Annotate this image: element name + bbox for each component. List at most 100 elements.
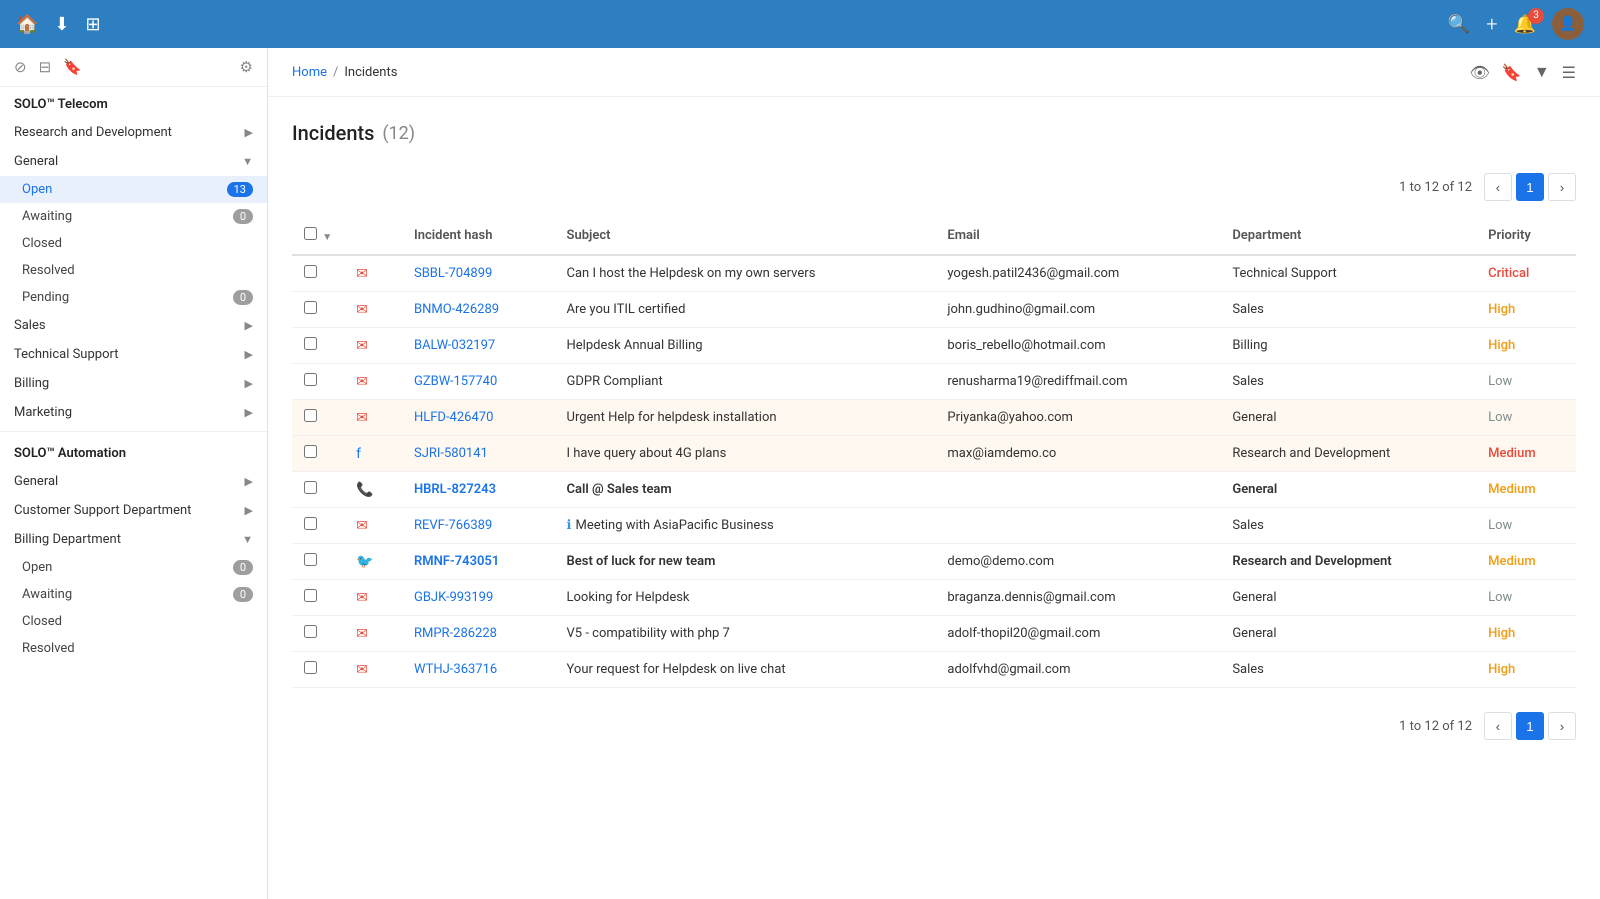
email-icon: ✉ (356, 374, 368, 390)
sidebar-item-closed[interactable]: Closed (0, 230, 267, 257)
chevron-down-icon: ▶ (245, 504, 253, 517)
row-checkbox[interactable] (304, 589, 317, 602)
search-icon[interactable]: 🔍 (1448, 14, 1470, 35)
row-checkbox[interactable] (304, 625, 317, 638)
department-text: Research and Development (1232, 554, 1391, 569)
row-checkbox[interactable] (304, 373, 317, 386)
row-hash[interactable]: BNMO-426289 (402, 292, 555, 328)
sidebar-item-billing-dept[interactable]: Billing Department ▼ (0, 525, 267, 554)
sidebar-item-awaiting[interactable]: Awaiting 0 (0, 203, 267, 230)
row-checkbox[interactable] (304, 337, 317, 350)
more-icon[interactable]: ☰ (1562, 63, 1576, 82)
sidebar-item-billing-open[interactable]: Open 0 (0, 554, 267, 581)
sidebar-item-resolved[interactable]: Resolved (0, 257, 267, 284)
next-page-button-bottom[interactable]: › (1548, 712, 1576, 740)
eye-icon[interactable]: 👁 (1470, 63, 1490, 82)
row-checkbox[interactable] (304, 481, 317, 494)
sidebar-item-research-dev[interactable]: Research and Development ▶ (0, 118, 267, 147)
sidebar-item-technical-support[interactable]: Technical Support ▶ (0, 340, 267, 369)
row-checkbox-cell (292, 616, 344, 652)
sidebar-group-label: General (14, 474, 58, 489)
sidebar-item-general[interactable]: General ▼ (0, 147, 267, 176)
sidebar-item-label: Open (22, 182, 52, 197)
row-hash[interactable]: SJRI-580141 (402, 436, 555, 472)
row-email (935, 508, 1220, 544)
row-checkbox[interactable] (304, 301, 317, 314)
header-email[interactable]: Email (935, 217, 1220, 255)
row-hash[interactable]: RMPR-286228 (402, 616, 555, 652)
sidebar-item-general2[interactable]: General ▶ (0, 467, 267, 496)
sidebar-item-billing-awaiting[interactable]: Awaiting 0 (0, 581, 267, 608)
sidebar: ⊘ ⊟ 🔖 ⚙ SOLO™ Telecom Research and Devel… (0, 48, 268, 899)
row-hash[interactable]: RMNF-743051 (402, 544, 555, 580)
row-hash[interactable]: WTHJ-363716 (402, 652, 555, 688)
subject-text: Can I host the Helpdesk on my own server… (567, 266, 816, 281)
grid-icon[interactable]: ⊞ (86, 14, 101, 35)
chevron-down-icon: ▶ (245, 475, 253, 488)
row-checkbox[interactable] (304, 409, 317, 422)
department-text: General (1232, 590, 1276, 605)
row-checkbox[interactable] (304, 661, 317, 674)
awaiting-count-badge: 0 (233, 209, 253, 224)
row-checkbox[interactable] (304, 517, 317, 530)
row-hash[interactable]: SBBL-704899 (402, 255, 555, 292)
table-row: ✉ GZBW-157740 GDPR Compliant renusharma1… (292, 364, 1576, 400)
row-channel: ✉ (344, 255, 402, 292)
sidebar-item-billing-closed[interactable]: Closed (0, 608, 267, 635)
page-1-button-bottom[interactable]: 1 (1516, 712, 1544, 740)
row-checkbox[interactable] (304, 445, 317, 458)
header-priority[interactable]: Priority (1476, 217, 1576, 255)
filter-icon[interactable]: ⊘ (14, 58, 27, 76)
sidebar-item-billing-resolved[interactable]: Resolved (0, 635, 267, 662)
email-icon: ✉ (356, 410, 368, 426)
sidebar-item-marketing[interactable]: Marketing ▶ (0, 398, 267, 427)
sidebar-item-customer-support[interactable]: Customer Support Department ▶ (0, 496, 267, 525)
email-text: adolf-thopil20@gmail.com (947, 626, 1100, 641)
filter-action-icon[interactable]: ▼ (1534, 62, 1550, 82)
email-text: demo@demo.com (947, 554, 1054, 569)
subject-text: Urgent Help for helpdesk installation (567, 410, 777, 425)
row-hash[interactable]: REVF-766389 (402, 508, 555, 544)
row-hash[interactable]: GBJK-993199 (402, 580, 555, 616)
sidebar-item-open[interactable]: Open 13 (0, 176, 267, 203)
row-hash[interactable]: HBRL-827243 (402, 472, 555, 508)
content-area: Incidents (12) 1 to 12 of 12 ‹ 1 › ▼ (268, 97, 1600, 772)
prev-page-button[interactable]: ‹ (1484, 173, 1512, 201)
row-priority: Low (1476, 580, 1576, 616)
bookmark-action-icon[interactable]: 🔖 (1502, 63, 1522, 82)
row-hash[interactable]: GZBW-157740 (402, 364, 555, 400)
row-channel: ✉ (344, 652, 402, 688)
row-checkbox[interactable] (304, 553, 317, 566)
row-hash[interactable]: HLFD-426470 (402, 400, 555, 436)
sidebar-item-pending[interactable]: Pending 0 (0, 284, 267, 311)
row-checkbox[interactable] (304, 265, 317, 278)
page-1-button[interactable]: 1 (1516, 173, 1544, 201)
subject-text: Best of luck for new team (567, 554, 716, 569)
header-department[interactable]: Department (1220, 217, 1476, 255)
main-content: Home / Incidents 👁 🔖 ▼ ☰ Incidents (12) … (268, 48, 1600, 899)
notification-icon[interactable]: 🔔 3 (1514, 14, 1536, 35)
select-all-checkbox[interactable] (304, 227, 317, 240)
hash-text: RMNF-743051 (414, 554, 499, 569)
department-text: Sales (1232, 302, 1264, 317)
header-subject[interactable]: Subject (555, 217, 936, 255)
priority-text: Critical (1488, 266, 1529, 281)
sidebar-item-billing[interactable]: Billing ▶ (0, 369, 267, 398)
sidebar-item-sales[interactable]: Sales ▶ (0, 311, 267, 340)
avatar[interactable]: 👤 (1552, 8, 1584, 40)
department-text: General (1232, 482, 1277, 497)
tree-icon[interactable]: ⊟ (39, 58, 52, 76)
breadcrumb-home[interactable]: Home (292, 65, 327, 80)
row-hash[interactable]: BALW-032197 (402, 328, 555, 364)
download-icon[interactable]: ⬇ (54, 14, 69, 35)
navbar-right: 🔍 + 🔔 3 👤 (1448, 8, 1584, 40)
prev-page-button-bottom[interactable]: ‹ (1484, 712, 1512, 740)
home-icon[interactable]: 🏠 (16, 14, 38, 35)
next-page-button[interactable]: › (1548, 173, 1576, 201)
email-text: braganza.dennis@gmail.com (947, 590, 1115, 605)
page-info-top: 1 to 12 of 12 (1399, 180, 1472, 195)
bookmark-icon[interactable]: 🔖 (63, 58, 82, 76)
gear-icon[interactable]: ⚙ (240, 58, 253, 76)
add-icon[interactable]: + (1486, 12, 1497, 36)
header-incident-hash[interactable]: Incident hash (402, 217, 555, 255)
